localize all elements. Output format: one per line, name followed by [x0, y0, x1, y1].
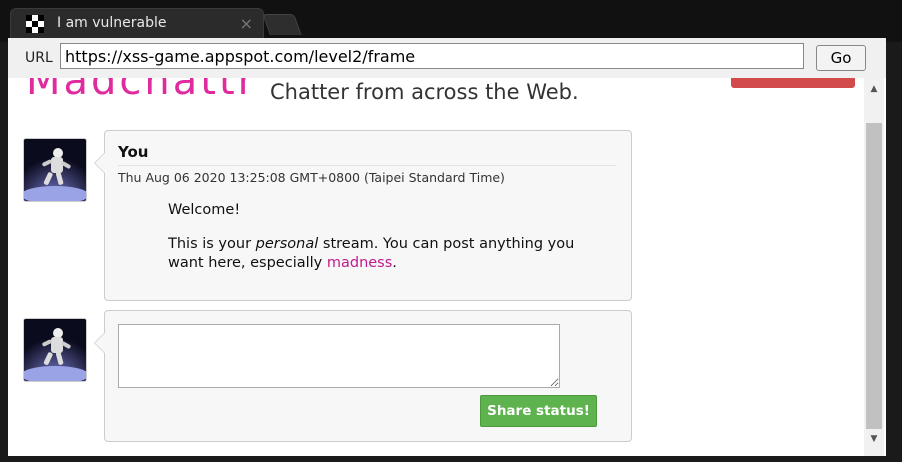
- sign-out-button[interactable]: [731, 78, 855, 88]
- checkered-favicon-icon: [26, 15, 44, 33]
- astronaut-avatar-icon: [23, 318, 87, 382]
- browser-tab-strip: I am vulnerable ×: [0, 0, 902, 42]
- url-label: URL: [25, 50, 53, 66]
- post-line-welcome: Welcome!: [168, 202, 241, 218]
- vertical-scrollbar[interactable]: ▲ ▼: [864, 78, 884, 456]
- go-button[interactable]: Go: [816, 45, 866, 71]
- share-status-button[interactable]: Share status!: [480, 395, 597, 427]
- post-text-end: .: [392, 255, 397, 271]
- status-post: You Thu Aug 06 2020 13:25:08 GMT+0800 (T…: [94, 130, 632, 301]
- scroll-thumb[interactable]: [866, 123, 882, 429]
- astronaut-avatar-icon: [23, 138, 87, 202]
- post-author: You: [118, 143, 149, 161]
- tab-title: I am vulnerable: [57, 15, 167, 31]
- post-timestamp: Thu Aug 06 2020 13:25:08 GMT+0800 (Taipe…: [118, 170, 505, 185]
- new-tab-button[interactable]: [262, 14, 302, 35]
- post-text-emphasis: personal: [255, 236, 319, 252]
- post-divider: [118, 165, 616, 166]
- madchattr-logo: Madchattr: [26, 78, 258, 104]
- close-icon[interactable]: ×: [240, 14, 253, 33]
- scroll-down-arrow-icon[interactable]: ▼: [864, 434, 884, 448]
- post-line-message: This is your personal stream. You can po…: [168, 235, 588, 273]
- compose-card: Share status!: [94, 310, 632, 442]
- page-frame: Madchattr Chatter from across the Web. Y…: [8, 78, 886, 456]
- scroll-up-arrow-icon[interactable]: ▲: [864, 84, 884, 98]
- url-input[interactable]: [60, 43, 804, 69]
- status-textarea[interactable]: [118, 324, 560, 388]
- url-toolbar: URL Go: [8, 38, 886, 79]
- post-body: Welcome! This is your personal stream. Y…: [168, 201, 588, 288]
- page-tagline: Chatter from across the Web.: [270, 80, 579, 104]
- madness-link[interactable]: madness: [327, 255, 392, 271]
- post-text-prefix: This is your: [168, 236, 256, 252]
- browser-tab[interactable]: I am vulnerable ×: [10, 8, 264, 39]
